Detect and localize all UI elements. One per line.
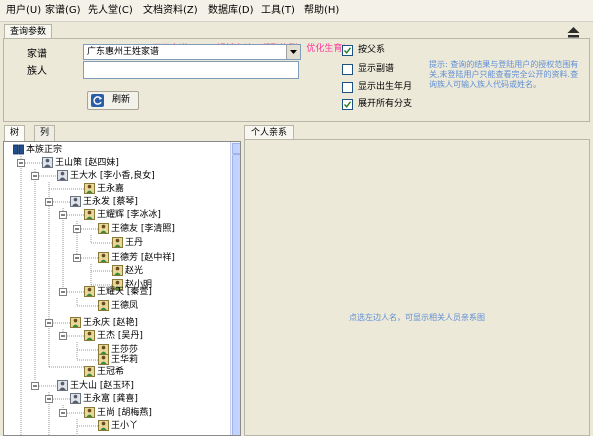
tree-node-label: 赵光 xyxy=(125,266,144,276)
couple-icon xyxy=(84,286,95,297)
person-icon xyxy=(98,300,109,311)
menu-tools[interactable]: 工具(T) xyxy=(259,4,297,18)
tree-node-label: 王华莉 xyxy=(111,355,139,365)
checkbox-box[interactable] xyxy=(342,45,353,56)
menu-bar: 用户(U) 家谱(G) 先人堂(C) 文档资料(Z) 数据库(D) 工具(T) … xyxy=(0,0,593,22)
tree-node-label: 王永发 [蔡琴] xyxy=(83,197,138,207)
scroll-up-icon[interactable] xyxy=(232,143,240,154)
query-hint: 提示: 查询的结果与登陆用户的授权范围有关,未登陆用户只能查看完全公开的资料.查… xyxy=(429,60,579,89)
couple-icon xyxy=(57,380,68,391)
tree-node-label: 王大山 [赵玉环] xyxy=(70,381,134,391)
genealogy-label: 家谱 xyxy=(27,49,47,60)
checkbox-expand-all[interactable]: 展开所有分支 xyxy=(342,98,442,110)
person-icon xyxy=(98,354,109,365)
query-panel-title: 查询参数 xyxy=(4,24,53,39)
tree-node-label: 王德凤 xyxy=(111,301,139,311)
tree-node-label: 王山策 [赵四妹] xyxy=(55,158,119,168)
checkbox-box[interactable] xyxy=(342,99,353,110)
menu-database[interactable]: 数据库(D) xyxy=(206,4,256,18)
member-label: 族人 xyxy=(27,66,47,77)
tree-node-label: 王冠希 xyxy=(97,367,125,377)
tree-node-label: 本族正宗 xyxy=(26,145,63,155)
couple-icon xyxy=(57,170,68,181)
tree-node-label: 王耀天 [秦萱] xyxy=(97,287,152,297)
tree-node-label: 王德友 [李清照] xyxy=(111,224,175,234)
query-panel: 天下家谱 ==> 解析亲疏，凝聚族群，优化生育! 家谱 广东惠州王姓家谱 族人 … xyxy=(3,38,590,122)
relatives-panel-title: 个人亲系 xyxy=(244,125,295,140)
tree-node-label: 王小丫 xyxy=(111,421,139,431)
refresh-label: 刷新 xyxy=(112,95,131,105)
couple-icon xyxy=(42,157,53,168)
scroll-thumb[interactable] xyxy=(232,154,240,435)
couple-icon xyxy=(84,407,95,418)
menu-help[interactable]: 帮助(H) xyxy=(302,4,341,18)
couple-icon xyxy=(70,196,81,207)
checkbox-box[interactable] xyxy=(342,64,353,75)
couple-icon xyxy=(70,393,81,404)
couple-icon xyxy=(84,330,95,341)
tree-node-label: 王杰 [吴丹] xyxy=(97,331,143,341)
menu-genealogy[interactable]: 家谱(G) xyxy=(43,4,83,18)
checkbox-label: 按父系 xyxy=(358,45,386,55)
tree-node-label: 王永庆 [赵艳] xyxy=(83,318,138,328)
menu-ancestor-hall[interactable]: 先人堂(C) xyxy=(86,4,135,18)
couple-icon xyxy=(84,209,95,220)
checkbox-paternal[interactable]: 按父系 xyxy=(342,44,442,56)
couple-icon xyxy=(70,317,81,328)
relatives-panel: 点选左边人名，可显示相关人员亲系图 xyxy=(244,139,590,436)
person-icon xyxy=(112,237,123,248)
tree-node-label: 王永富 [龚喜] xyxy=(83,394,138,404)
checkbox-label: 显示出生年月 xyxy=(358,82,413,92)
family-tree-panel[interactable]: 本族正宗 王山策 [赵四妹] 王大水 [李小香,良女] 王永嘉 王永发 [蔡琴]… xyxy=(3,141,241,436)
checkbox-label: 显示副谱 xyxy=(358,64,395,74)
relatives-hint: 点选左边人名，可显示相关人员亲系图 xyxy=(349,313,485,322)
menu-documents[interactable]: 文档资料(Z) xyxy=(141,4,200,18)
genealogy-select-value: 广东惠州王姓家谱 xyxy=(87,47,160,57)
tab-list[interactable]: 列表 xyxy=(34,125,56,153)
refresh-button[interactable]: 刷新 xyxy=(87,91,139,110)
tree-node-label: 王德芳 [赵中祥] xyxy=(111,253,175,263)
member-input[interactable] xyxy=(83,61,299,79)
checkbox-show-secondary[interactable]: 显示副谱 xyxy=(342,63,442,75)
couple-icon xyxy=(98,252,109,263)
refresh-icon xyxy=(91,94,104,107)
tree-node-label: 王永嘉 xyxy=(97,184,125,194)
checkbox-label: 展开所有分支 xyxy=(358,99,413,109)
person-icon xyxy=(84,366,95,377)
tree-node-label: 王耀辉 [李冰冰] xyxy=(97,210,161,220)
person-icon xyxy=(98,420,109,431)
genealogy-select[interactable]: 广东惠州王姓家谱 xyxy=(83,44,301,60)
tab-tree[interactable]: 树状 xyxy=(4,125,26,153)
tree-scrollbar[interactable] xyxy=(230,142,240,435)
checkbox-show-birth[interactable]: 显示出生年月 xyxy=(342,81,442,93)
checkbox-box[interactable] xyxy=(342,82,353,93)
person-icon xyxy=(112,265,123,276)
book-icon xyxy=(13,144,24,155)
tree-node-label: 王大水 [李小香,良女] xyxy=(70,171,155,181)
tree-node-label: 王尚 [胡梅燕] xyxy=(97,408,152,418)
tree-node-label: 王丹 xyxy=(125,238,144,248)
couple-icon xyxy=(98,223,109,234)
person-icon xyxy=(84,183,95,194)
chevron-down-icon[interactable] xyxy=(286,45,300,59)
menu-user[interactable]: 用户(U) xyxy=(4,4,43,18)
